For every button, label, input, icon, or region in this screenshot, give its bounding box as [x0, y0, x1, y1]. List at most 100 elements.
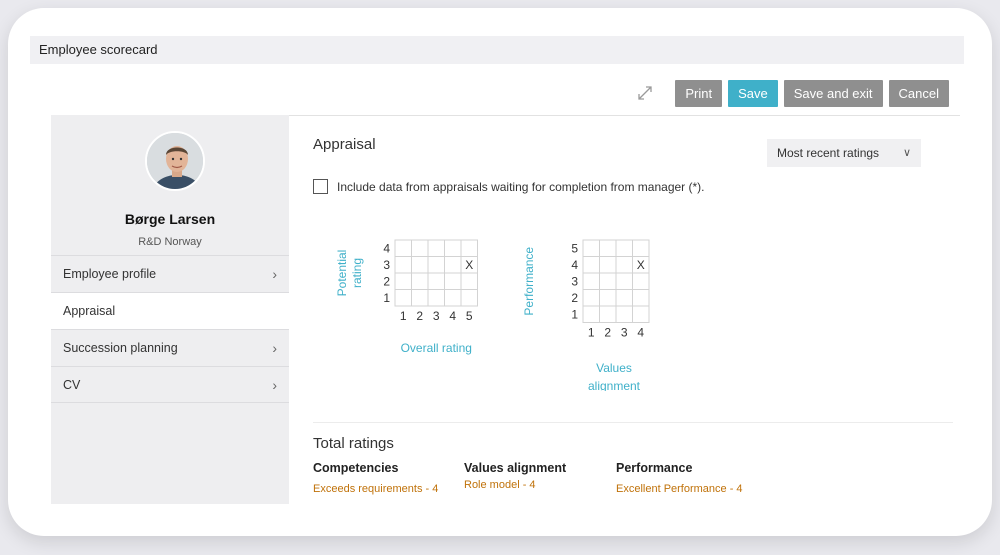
grid2-cell: [632, 305, 650, 323]
grid1-cell: [444, 272, 462, 290]
grid2-y-tick: 1: [571, 307, 578, 321]
sidebar: Børge Larsen R&D Norway Employee profile…: [51, 115, 289, 504]
grid2-y-tick: 4: [571, 258, 578, 272]
grid1-cell: [460, 289, 478, 307]
total-ratings-title: Total ratings: [313, 435, 394, 452]
section-title: Appraisal: [313, 136, 376, 153]
rating-competencies: Competencies Exceeds requirements - 4: [313, 461, 438, 495]
grid1-y-axis-label: rating: [350, 258, 364, 288]
include-pending-label: Include data from appraisals waiting for…: [337, 179, 705, 194]
grid2-cell: [599, 272, 617, 290]
grid1-cell: [444, 239, 462, 257]
sidebar-item-label: CV: [63, 377, 81, 392]
grid1-x-tick: 2: [416, 309, 423, 323]
grid2-cell: [615, 256, 633, 274]
rating-value: Excellent Performance - 4: [616, 483, 743, 495]
app-frame: Employee scorecard Print Save Save and e…: [8, 8, 992, 536]
grid1-y-axis-label: Potential: [335, 250, 349, 297]
grid1-y-tick: 2: [383, 274, 390, 288]
chevron-down-icon: ∨: [902, 147, 911, 159]
grid2-cell: [615, 272, 633, 290]
include-pending-row: Include data from appraisals waiting for…: [313, 179, 705, 194]
sidebar-item-label: Appraisal: [63, 304, 116, 318]
grid2-cell: [615, 239, 633, 257]
grid2-cell: [582, 272, 600, 290]
grid2-cell: [582, 305, 600, 323]
grid1-cell: [427, 256, 445, 274]
rating-label: Competencies: [313, 461, 399, 475]
sidebar-item-label: Succession planning: [63, 341, 178, 355]
grid1-cell: [411, 289, 429, 307]
toolbar: Print Save Save and exit Cancel: [631, 79, 949, 107]
grid2-cell: [615, 289, 633, 307]
ratings-dropdown[interactable]: Most recent ratings ∨: [767, 139, 921, 167]
cancel-button[interactable]: Cancel: [888, 79, 949, 107]
grid1-cell: [460, 272, 478, 290]
section-divider: [313, 422, 953, 423]
grid2-y-tick: 2: [571, 291, 578, 305]
grid2-y-axis-label: Performance: [522, 247, 536, 316]
rating-label: Values alignment: [464, 461, 567, 475]
sidebar-item-appraisal[interactable]: Appraisal: [51, 292, 289, 329]
grid1-cell: [394, 256, 412, 274]
sidebar-item-succession-planning[interactable]: Succession planning ›: [51, 329, 289, 366]
grid1-cell: [394, 239, 412, 257]
grid1-cell: [411, 272, 429, 290]
grid2-x-axis-label: Values: [596, 361, 632, 375]
grid1-y-tick: 3: [383, 258, 390, 272]
grid1-cell: [411, 256, 429, 274]
chevron-right-icon: ›: [272, 340, 277, 356]
grid2-x-tick: 3: [621, 326, 628, 340]
sidebar-item-employee-profile[interactable]: Employee profile ›: [51, 255, 289, 292]
sidebar-item-cv[interactable]: CV ›: [51, 366, 289, 403]
grid2-cell: [632, 289, 650, 307]
rating-performance: Performance Excellent Performance - 4: [616, 461, 743, 495]
rating-grids: 43211 2 3 4 5XPotential ratingOverall rating5…: [335, 239, 650, 391]
dropdown-value: Most recent ratings: [777, 146, 880, 160]
grid1-cell: [427, 289, 445, 307]
grid2-x-axis-label: alignment: [588, 379, 641, 391]
grid1-x-tick: 1: [400, 309, 407, 323]
rating-values-alignment: Values alignment Role model - 4: [464, 461, 566, 491]
rating-value: Role model - 4: [464, 479, 536, 491]
save-and-exit-button[interactable]: Save and exit: [783, 79, 883, 107]
grid2-cell: [615, 305, 633, 323]
grid1-cell: [394, 289, 412, 307]
grid1-x-tick: 3: [433, 309, 440, 323]
appraisal-panel: Appraisal Most recent ratings ∨ Include …: [313, 116, 953, 506]
print-button[interactable]: Print: [675, 79, 723, 107]
sidebar-item-label: Employee profile: [63, 267, 157, 281]
grid2-x-tick: 2: [604, 326, 611, 340]
grid2-x-tick: 4: [637, 326, 644, 340]
rating-value: Exceeds requirements - 4: [313, 483, 439, 495]
grid1-cell: [411, 239, 429, 257]
grid2-cell: [599, 305, 617, 323]
grid1-mark: X: [465, 258, 473, 272]
grid2-cell: [632, 272, 650, 290]
grid1-cell: [427, 272, 445, 290]
grid2-cell: [582, 239, 600, 257]
employee-department: R&D Norway: [138, 236, 202, 248]
employee-name: Børge Larsen: [124, 211, 216, 227]
grid2-mark: X: [637, 258, 645, 272]
grid2-cell: [599, 289, 617, 307]
grid1-cell: [427, 239, 445, 257]
save-button[interactable]: Save: [728, 79, 778, 107]
grid2-cell: [632, 239, 650, 257]
grid1-x-tick: 5: [466, 309, 473, 323]
grid1-cell: [394, 272, 412, 290]
grid2-cell: [582, 289, 600, 307]
grid1-y-tick: 4: [383, 241, 390, 255]
grid1-x-axis-label: Overall rating: [401, 341, 472, 355]
include-pending-checkbox[interactable]: [313, 179, 328, 194]
grid2-y-tick: 5: [571, 241, 578, 255]
grid1-x-tick: 4: [449, 309, 456, 323]
grid2-y-tick: 3: [571, 274, 578, 288]
grid2-cell: [582, 256, 600, 274]
expand-arrows-icon[interactable]: [631, 79, 659, 107]
grid1-cell: [444, 289, 462, 307]
grid2-cell: [599, 239, 617, 257]
grid2-x-tick: 1: [588, 326, 595, 340]
window-title: Employee scorecard: [30, 36, 964, 64]
grid1-cell: [444, 256, 462, 274]
